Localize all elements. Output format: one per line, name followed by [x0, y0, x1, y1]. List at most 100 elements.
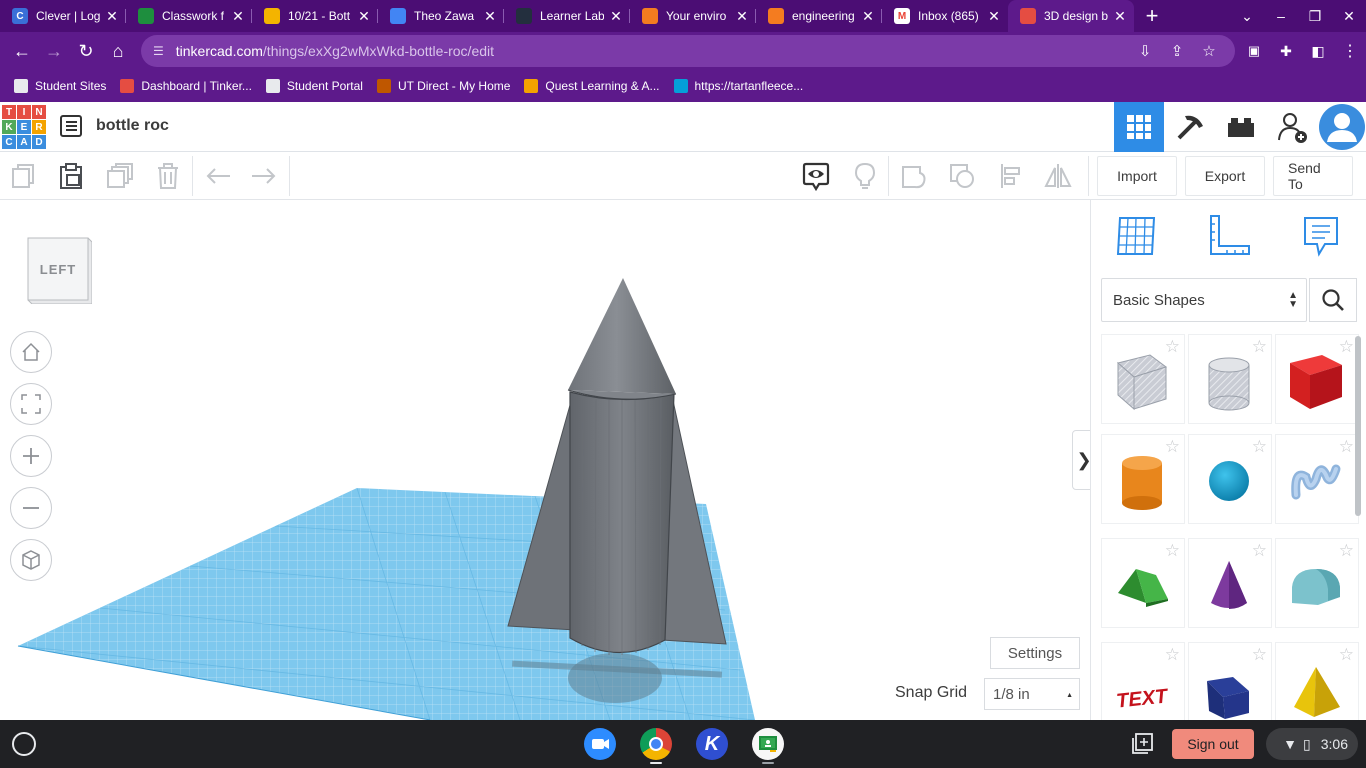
send-to-button[interactable]: Send To: [1273, 156, 1353, 196]
workplane-tool-button[interactable]: [1113, 212, 1161, 260]
duplicate-button[interactable]: [104, 160, 136, 192]
install-icon[interactable]: ⇩: [1129, 42, 1161, 60]
share-icon[interactable]: ⇪: [1161, 42, 1193, 60]
tab-close-icon[interactable]: ✕: [1112, 8, 1128, 25]
browser-tab[interactable]: engineering ✕: [756, 0, 882, 32]
tab-close-icon[interactable]: ✕: [734, 8, 750, 25]
snap-grid-select[interactable]: 1/8 in ▲: [984, 678, 1080, 710]
profile-avatar[interactable]: [1318, 102, 1366, 152]
back-button[interactable]: ←: [6, 35, 38, 67]
clipboard-tray-icon[interactable]: [1130, 732, 1156, 756]
tab-search-icon[interactable]: ⌄: [1230, 8, 1264, 25]
shape-cylinder[interactable]: ☆: [1101, 434, 1185, 524]
paste-button[interactable]: [55, 160, 87, 192]
settings-button[interactable]: Settings: [990, 637, 1080, 669]
shape-pyramid[interactable]: ☆: [1275, 642, 1359, 720]
kami-app-icon[interactable]: K: [696, 728, 728, 760]
browser-tab[interactable]: C Clever | Log ✕: [0, 0, 126, 32]
browser-tab[interactable]: 10/21 - Bott ✕: [252, 0, 378, 32]
copy-button[interactable]: [8, 160, 40, 192]
browser-tab[interactable]: Your enviro ✕: [630, 0, 756, 32]
extension-icon[interactable]: ▣: [1238, 35, 1270, 67]
hint-button[interactable]: [849, 160, 881, 192]
url-field[interactable]: ☰ tinkercad.com/things/exXg2wMxWkd-bottl…: [141, 35, 1235, 67]
bookmark-item[interactable]: Student Sites: [14, 79, 106, 93]
shape-cone[interactable]: ☆: [1188, 538, 1272, 628]
export-button[interactable]: Export: [1185, 156, 1265, 196]
tab-close-icon[interactable]: ✕: [608, 8, 624, 25]
browser-tab[interactable]: M Inbox (865) ✕: [882, 0, 1008, 32]
browser-tab[interactable]: Theo Zawa ✕: [378, 0, 504, 32]
import-button[interactable]: Import: [1097, 156, 1177, 196]
tab-close-icon[interactable]: ✕: [104, 8, 120, 25]
notes-tool-button[interactable]: [1297, 212, 1345, 260]
bookmark-item[interactable]: https://tartanfleece...: [673, 79, 803, 93]
bookmark-item[interactable]: UT Direct - My Home: [376, 79, 510, 93]
shape-scribble[interactable]: ☆: [1275, 434, 1359, 524]
side-panel-icon[interactable]: ◧: [1302, 35, 1334, 67]
zoom-out-button[interactable]: [10, 487, 52, 529]
ruler-tool-button[interactable]: [1205, 212, 1253, 260]
browser-tab[interactable]: Learner Lab ✕: [504, 0, 630, 32]
close-window-icon[interactable]: ✕: [1332, 8, 1366, 25]
browser-tab[interactable]: 3D design b ✕: [1008, 0, 1134, 32]
minimize-icon[interactable]: –: [1264, 8, 1298, 24]
panel-expander-button[interactable]: ❯: [1072, 430, 1090, 490]
restore-icon[interactable]: ❐: [1298, 8, 1332, 25]
tab-close-icon[interactable]: ✕: [482, 8, 498, 25]
shape-sphere[interactable]: ☆: [1188, 434, 1272, 524]
status-tray[interactable]: ▼ ▯ 3:06: [1266, 728, 1358, 760]
tab-close-icon[interactable]: ✕: [860, 8, 876, 25]
bookmark-item[interactable]: Dashboard | Tinker...: [120, 79, 252, 93]
redo-button[interactable]: [248, 160, 280, 192]
launcher-button[interactable]: [12, 732, 36, 756]
shape-search-button[interactable]: [1309, 278, 1357, 322]
home-button[interactable]: ⌂: [102, 35, 134, 67]
shape-roof[interactable]: ☆: [1101, 538, 1185, 628]
zoom-in-button[interactable]: [10, 435, 52, 477]
3d-design-view-button[interactable]: [1114, 102, 1164, 152]
shape-round-roof[interactable]: ☆: [1275, 538, 1359, 628]
shape-text[interactable]: ☆ TEXT: [1101, 642, 1185, 720]
chrome-app-icon[interactable]: [640, 728, 672, 760]
menu-kebab-icon[interactable]: ⋮: [1334, 35, 1366, 67]
tab-close-icon[interactable]: ✕: [986, 8, 1002, 25]
align-button[interactable]: [995, 160, 1027, 192]
invite-user-button[interactable]: [1267, 102, 1317, 152]
shape-category-select[interactable]: Basic Shapes ▲ ▼: [1101, 278, 1307, 322]
sign-out-button[interactable]: Sign out: [1172, 729, 1254, 759]
delete-button[interactable]: [152, 160, 184, 192]
design-list-icon[interactable]: [60, 115, 82, 137]
notes-toggle-button[interactable]: [800, 160, 832, 192]
new-tab-button[interactable]: +: [1134, 0, 1170, 32]
zoom-app-icon[interactable]: [584, 728, 616, 760]
perspective-toggle-button[interactable]: [10, 539, 52, 581]
forward-button[interactable]: →: [38, 35, 70, 67]
site-info-icon[interactable]: ☰: [153, 44, 164, 58]
shape-box[interactable]: ☆: [1275, 334, 1359, 424]
panel-scrollbar[interactable]: [1355, 336, 1361, 516]
tinkercad-logo[interactable]: TIN KER CAD: [2, 105, 46, 149]
mirror-button[interactable]: [1042, 160, 1074, 192]
view-cube[interactable]: LEFT: [26, 234, 93, 305]
google-classroom-app-icon[interactable]: [752, 728, 784, 760]
browser-tab[interactable]: Classwork f ✕: [126, 0, 252, 32]
undo-button[interactable]: [202, 160, 234, 192]
codeblocks-button[interactable]: [1165, 102, 1215, 152]
shape-cylinder-hole[interactable]: ☆: [1188, 334, 1272, 424]
bookmark-item[interactable]: Quest Learning & A...: [524, 79, 660, 93]
home-view-button[interactable]: [10, 331, 52, 373]
bricks-button[interactable]: [1216, 102, 1266, 152]
group-button[interactable]: [898, 160, 930, 192]
bookmark-item[interactable]: Student Portal: [265, 79, 363, 93]
shape-box-hole[interactable]: ☆: [1101, 334, 1185, 424]
bookmark-star-icon[interactable]: ☆: [1193, 42, 1225, 60]
shape-wedge[interactable]: ☆: [1188, 642, 1272, 720]
design-name[interactable]: bottle roc: [96, 117, 169, 135]
extensions-puzzle-icon[interactable]: ✚: [1270, 35, 1302, 67]
fit-view-button[interactable]: [10, 383, 52, 425]
tab-close-icon[interactable]: ✕: [230, 8, 246, 25]
tab-close-icon[interactable]: ✕: [356, 8, 372, 25]
workplane-canvas[interactable]: LEFT ❯ Settings Snap Grid 1/8 in ▲: [0, 200, 1090, 720]
ungroup-button[interactable]: [946, 160, 978, 192]
